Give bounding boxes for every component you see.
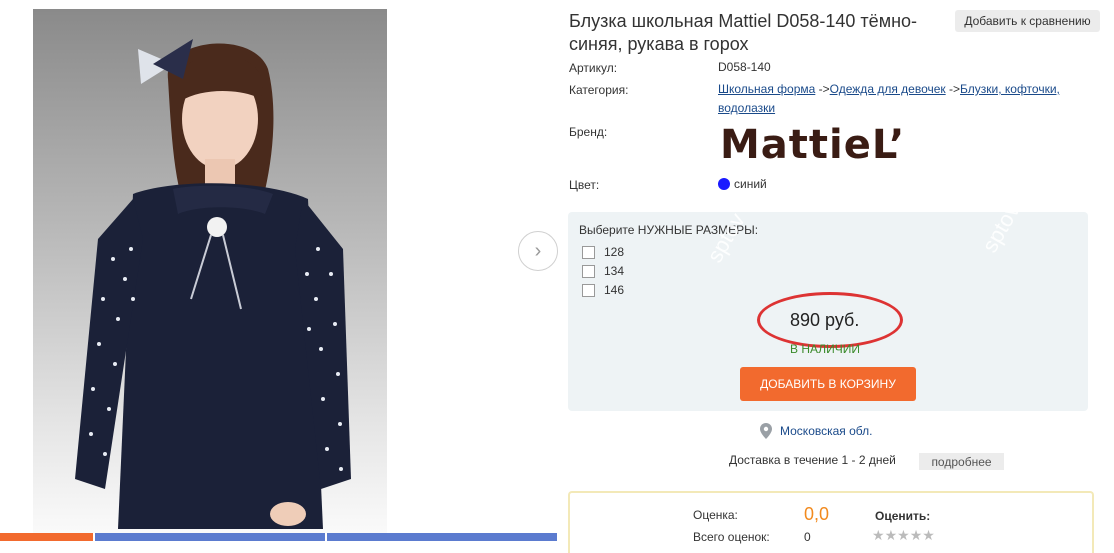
star-icon[interactable]: ★: [872, 527, 885, 543]
article-label: Артикул:: [569, 61, 618, 75]
rating-panel: Оценка: 0,0 Всего оценок: 0 Оценить: ★★★…: [568, 491, 1094, 553]
rating-score: 0,0: [804, 504, 830, 524]
add-to-compare-button[interactable]: Добавить к сравнению: [955, 10, 1100, 32]
product-photo[interactable]: [33, 9, 387, 533]
category-label: Категория:: [569, 83, 629, 97]
rate-label: Оценить:: [875, 509, 931, 523]
brand-label: Бренд:: [569, 125, 608, 139]
girl-blouse-illustration: [75, 39, 351, 529]
rate-stars[interactable]: ★★★★★: [872, 527, 935, 544]
brand-logo[interactable]: MattieL’: [720, 122, 905, 168]
checkbox-icon[interactable]: [582, 264, 595, 278]
size-option-134[interactable]: 134: [582, 264, 624, 278]
rating-count-label: Всего оценок:: [693, 530, 770, 544]
size-option-128[interactable]: 128: [582, 245, 624, 259]
color-swatch-icon: [718, 178, 730, 190]
article-value: D058-140: [718, 60, 771, 74]
category-breadcrumb: Школьная форма ->Одежда для девочек ->Бл…: [718, 82, 1060, 115]
delivery-region[interactable]: Московская обл.: [760, 423, 872, 439]
product-price: 890 руб.: [790, 310, 860, 330]
category-link-school-uniform[interactable]: Школьная форма: [718, 82, 815, 96]
buy-box: Выберите НУЖНЫЕ РАЗМЕРЫ: 128 134 146 890…: [568, 212, 1088, 411]
chevron-right-icon: ›: [534, 239, 542, 262]
star-icon[interactable]: ★: [885, 527, 898, 543]
delivery-time: Доставка в течение 1 - 2 дней: [729, 453, 896, 467]
color-value: синий: [718, 175, 767, 194]
next-image-button[interactable]: ›: [518, 231, 558, 271]
product-title: Блузка школьная Mattiel D058-140 тёмно-с…: [569, 11, 918, 54]
add-to-cart-button[interactable]: ДОБАВИТЬ В КОРЗИНУ: [740, 367, 916, 401]
delivery-more-button[interactable]: подробнее: [919, 453, 1004, 470]
size-option-146[interactable]: 146: [582, 283, 624, 297]
rating-label: Оценка:: [693, 508, 738, 522]
star-icon[interactable]: ★: [910, 527, 923, 543]
category-link-girls-clothing[interactable]: Одежда для девочек: [830, 82, 946, 96]
checkbox-icon[interactable]: [582, 245, 595, 259]
thumbnail-progress-bar: [0, 533, 557, 547]
color-label: Цвет:: [569, 178, 600, 192]
star-icon[interactable]: ★: [922, 527, 935, 543]
rating-count: 0: [804, 530, 811, 544]
stock-status: В НАЛИЧИИ: [790, 342, 861, 356]
star-icon[interactable]: ★: [897, 527, 910, 543]
checkbox-icon[interactable]: [582, 283, 595, 297]
map-pin-icon: [760, 423, 772, 439]
